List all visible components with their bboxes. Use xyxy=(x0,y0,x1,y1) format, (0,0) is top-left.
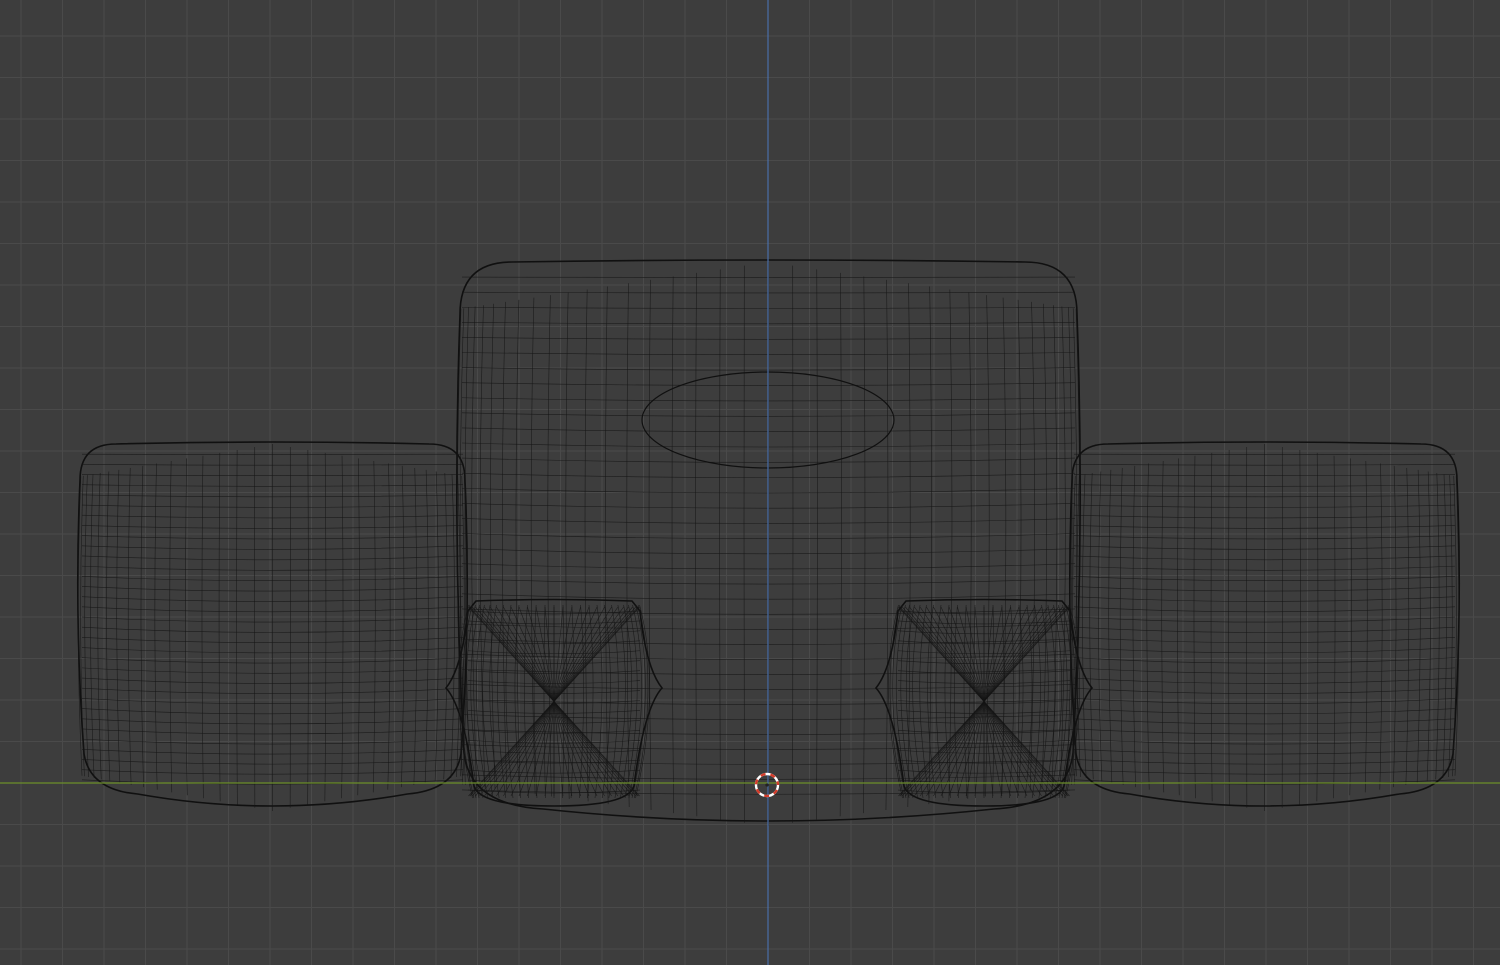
left-small-cylinder-mesh[interactable] xyxy=(444,598,664,807)
3d-cursor-icon[interactable] xyxy=(754,772,780,798)
right-cushion-mesh[interactable] xyxy=(1068,441,1461,811)
3d-viewport[interactable] xyxy=(0,0,1500,965)
right-small-cylinder-mesh[interactable] xyxy=(874,598,1094,807)
viewport-canvas[interactable] xyxy=(0,0,1500,965)
left-cushion-mesh[interactable] xyxy=(76,441,469,811)
